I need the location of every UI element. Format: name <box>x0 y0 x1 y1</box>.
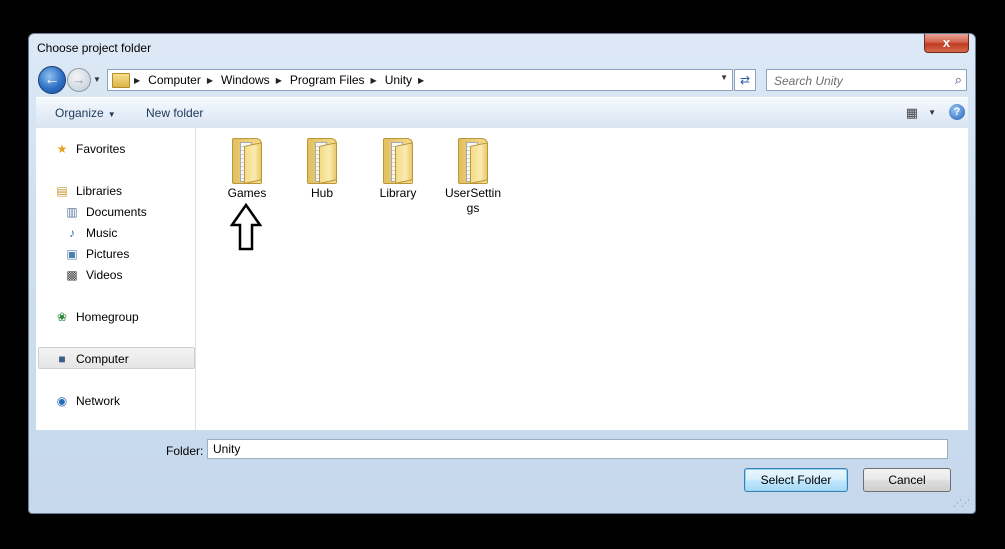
folder-view: Games Hub Library UserSettings <box>196 128 968 430</box>
sidebar-item-computer[interactable]: ■ Computer <box>54 350 129 368</box>
crumb-root-arrow[interactable]: ▶ <box>134 76 148 85</box>
breadcrumb-item[interactable]: Computer ▶ <box>148 73 221 87</box>
title-bar[interactable]: Choose project folder x <box>29 34 975 62</box>
sidebar-item-network[interactable]: ◉ Network <box>54 392 120 410</box>
pictures-icon: ▣ <box>66 247 78 261</box>
breadcrumb-label: Computer <box>148 73 201 87</box>
view-options-dropdown-icon[interactable]: ▼ <box>928 108 936 117</box>
annotation-up-arrow-icon <box>230 203 262 251</box>
sidebar-item-homegroup[interactable]: ❀ Homegroup <box>54 308 139 326</box>
sidebar-item-label: Libraries <box>76 184 123 198</box>
forward-button[interactable]: → <box>67 68 91 92</box>
sidebar-item-favorites[interactable]: ★ Favorites <box>54 140 126 158</box>
sidebar-item-label: Favorites <box>76 142 126 156</box>
help-icon[interactable]: ? <box>949 104 965 120</box>
libraries-icon: ▤ <box>56 184 68 198</box>
folder-name: UserSettings <box>444 186 502 215</box>
folder-name: Library <box>379 186 417 200</box>
address-dropdown-icon[interactable]: ▼ <box>720 73 728 82</box>
chevron-right-icon: ▶ <box>134 75 141 85</box>
chevron-right-icon: ▶ <box>275 75 282 85</box>
chevron-right-icon: ▶ <box>370 75 377 85</box>
forward-arrow-icon: → <box>72 72 86 87</box>
sidebar-item-label: Music <box>86 226 118 240</box>
folder-icon <box>112 72 130 88</box>
sidebar-item-libraries[interactable]: ▤ Libraries <box>54 182 122 200</box>
chevron-down-icon: ▼ <box>107 110 116 119</box>
sidebar-item-label: Homegroup <box>76 310 139 324</box>
star-icon: ★ <box>56 142 68 156</box>
network-icon: ◉ <box>56 394 68 408</box>
breadcrumb-label: Program Files <box>289 73 365 87</box>
command-bar: Organize ▼ New folder ▦ ▼ ? <box>36 97 968 129</box>
breadcrumb-item[interactable]: Program Files ▶ <box>290 73 385 87</box>
music-icon: ♪ <box>69 226 75 240</box>
refresh-icon: ⇄ <box>739 73 751 87</box>
change-view-icon[interactable]: ▦ <box>906 105 918 121</box>
recent-pages-dropdown-icon[interactable]: ▼ <box>93 75 101 84</box>
sidebar-item-pictures[interactable]: ▣ Pictures <box>64 245 129 263</box>
folder-icon <box>230 138 264 184</box>
folder-field-label: Folder: <box>166 444 204 458</box>
back-arrow-icon: ← <box>44 71 60 88</box>
search-icon[interactable]: ⌕ <box>955 72 962 88</box>
videos-icon: ▩ <box>66 268 78 282</box>
folder-name: Games <box>227 186 267 200</box>
organize-label: Organize <box>55 106 104 120</box>
sidebar-item-label: Network <box>76 394 121 408</box>
folder-item-games[interactable]: Games <box>211 138 283 201</box>
search-box[interactable]: ⌕ <box>766 69 967 91</box>
sidebar-item-music[interactable]: ♪ Music <box>64 224 117 242</box>
breadcrumb-item[interactable]: Windows ▶ <box>221 73 290 87</box>
sidebar-item-label: Computer <box>76 352 129 366</box>
address-bar[interactable]: ▶ Computer ▶ Windows ▶ Program Files ▶ Unit… <box>107 69 733 91</box>
organize-button[interactable]: Organize ▼ <box>55 106 116 120</box>
close-button[interactable]: x <box>924 34 969 53</box>
folder-icon <box>305 138 339 184</box>
breadcrumb-label: Windows <box>221 73 270 87</box>
dialog-title: Choose project folder <box>37 41 152 55</box>
sidebar-item-label: Videos <box>86 268 123 282</box>
documents-icon: ▥ <box>66 205 78 219</box>
folder-item-hub[interactable]: Hub <box>286 138 358 201</box>
homegroup-icon: ❀ <box>56 310 68 324</box>
breadcrumb-label: Unity <box>384 73 413 87</box>
navigation-pane: ★ Favorites ▤ Libraries ▥ Documents ♪ Music … <box>36 128 196 430</box>
sidebar-item-documents[interactable]: ▥ Documents <box>64 203 147 221</box>
search-input[interactable] <box>772 72 941 89</box>
folder-name-field[interactable] <box>207 439 948 459</box>
cancel-button[interactable]: Cancel <box>863 468 951 492</box>
select-folder-button[interactable]: Select Folder <box>744 468 848 492</box>
chevron-right-icon: ▶ <box>418 75 425 85</box>
folder-icon <box>456 138 490 184</box>
back-button[interactable]: ← <box>38 66 66 94</box>
folder-item-usersettings[interactable]: UserSettings <box>437 138 509 216</box>
breadcrumb-item[interactable]: Unity ▶ <box>385 73 433 87</box>
folder-name: Hub <box>310 186 333 200</box>
sidebar-item-label: Pictures <box>86 247 130 261</box>
choose-folder-dialog: Choose project folder x ← → ▼ ▶ Computer… <box>28 33 976 514</box>
resize-grip-icon[interactable]: ⋰⋰ <box>953 498 970 509</box>
sidebar-item-videos[interactable]: ▩ Videos <box>64 266 122 284</box>
close-icon: x <box>942 35 951 50</box>
refresh-button[interactable]: ⇄ <box>734 69 756 91</box>
sidebar-item-label: Documents <box>86 205 147 219</box>
folder-item-library[interactable]: Library <box>362 138 434 201</box>
chevron-right-icon: ▶ <box>206 75 213 85</box>
computer-icon: ■ <box>58 352 66 366</box>
new-folder-button[interactable]: New folder <box>146 106 203 120</box>
folder-icon <box>381 138 415 184</box>
